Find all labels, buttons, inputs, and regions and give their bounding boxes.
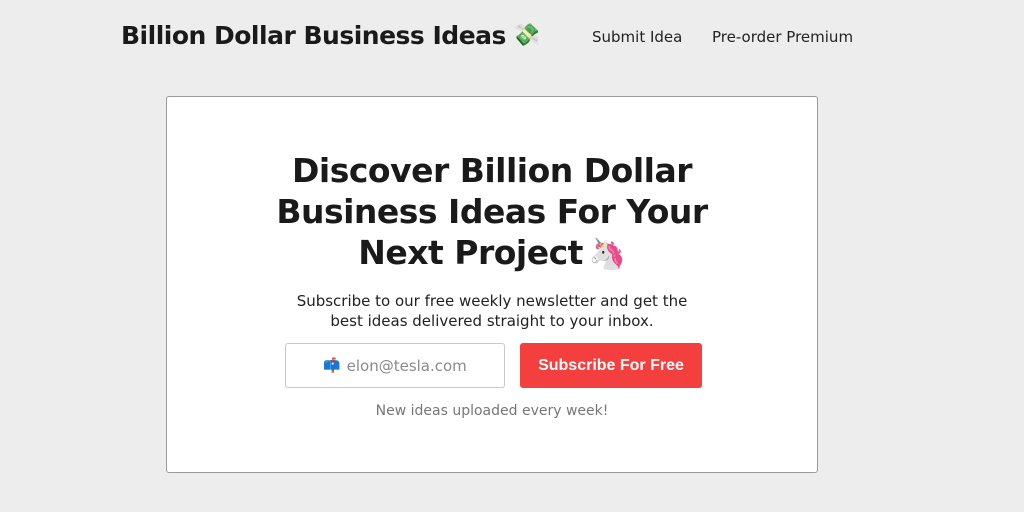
nav-link-submit-idea[interactable]: Submit Idea bbox=[592, 28, 682, 46]
subtitle-line-1: Subscribe to our free weekly newsletter … bbox=[296, 292, 688, 310]
subscribe-button[interactable]: Subscribe For Free bbox=[520, 343, 702, 388]
site-header-brand[interactable]: Billion Dollar Business Ideas 💸 bbox=[121, 21, 540, 50]
email-input[interactable]: 📫 elon@tesla.com bbox=[285, 343, 505, 388]
hero-headline: Discover Billion Dollar Business Ideas F… bbox=[167, 150, 817, 275]
email-placeholder: elon@tesla.com bbox=[346, 356, 467, 375]
nav-link-preorder-premium[interactable]: Pre-order Premium bbox=[712, 28, 853, 46]
mailbox-icon: 📫 bbox=[323, 357, 341, 374]
headline-line-1: Discover Billion Dollar bbox=[291, 151, 693, 190]
update-note: New ideas uploaded every week! bbox=[375, 403, 609, 419]
headline-line-2: Business Ideas For Your bbox=[276, 192, 708, 231]
unicorn-icon: 🦄 bbox=[588, 237, 626, 272]
signup-card: Discover Billion Dollar Business Ideas F… bbox=[166, 96, 818, 473]
page: Billion Dollar Business Ideas 💸 Submit I… bbox=[0, 0, 1024, 512]
brand-title: Billion Dollar Business Ideas bbox=[121, 21, 506, 50]
money-with-wings-icon: 💸 bbox=[512, 22, 540, 48]
headline-line-3-wrap: Next Project 🦄 bbox=[167, 232, 817, 275]
headline-line-3: Next Project bbox=[358, 233, 583, 272]
hero-subtitle: Subscribe to our free weekly newsletter … bbox=[167, 291, 817, 331]
subtitle-line-2: best ideas delivered straight to your in… bbox=[330, 312, 654, 330]
